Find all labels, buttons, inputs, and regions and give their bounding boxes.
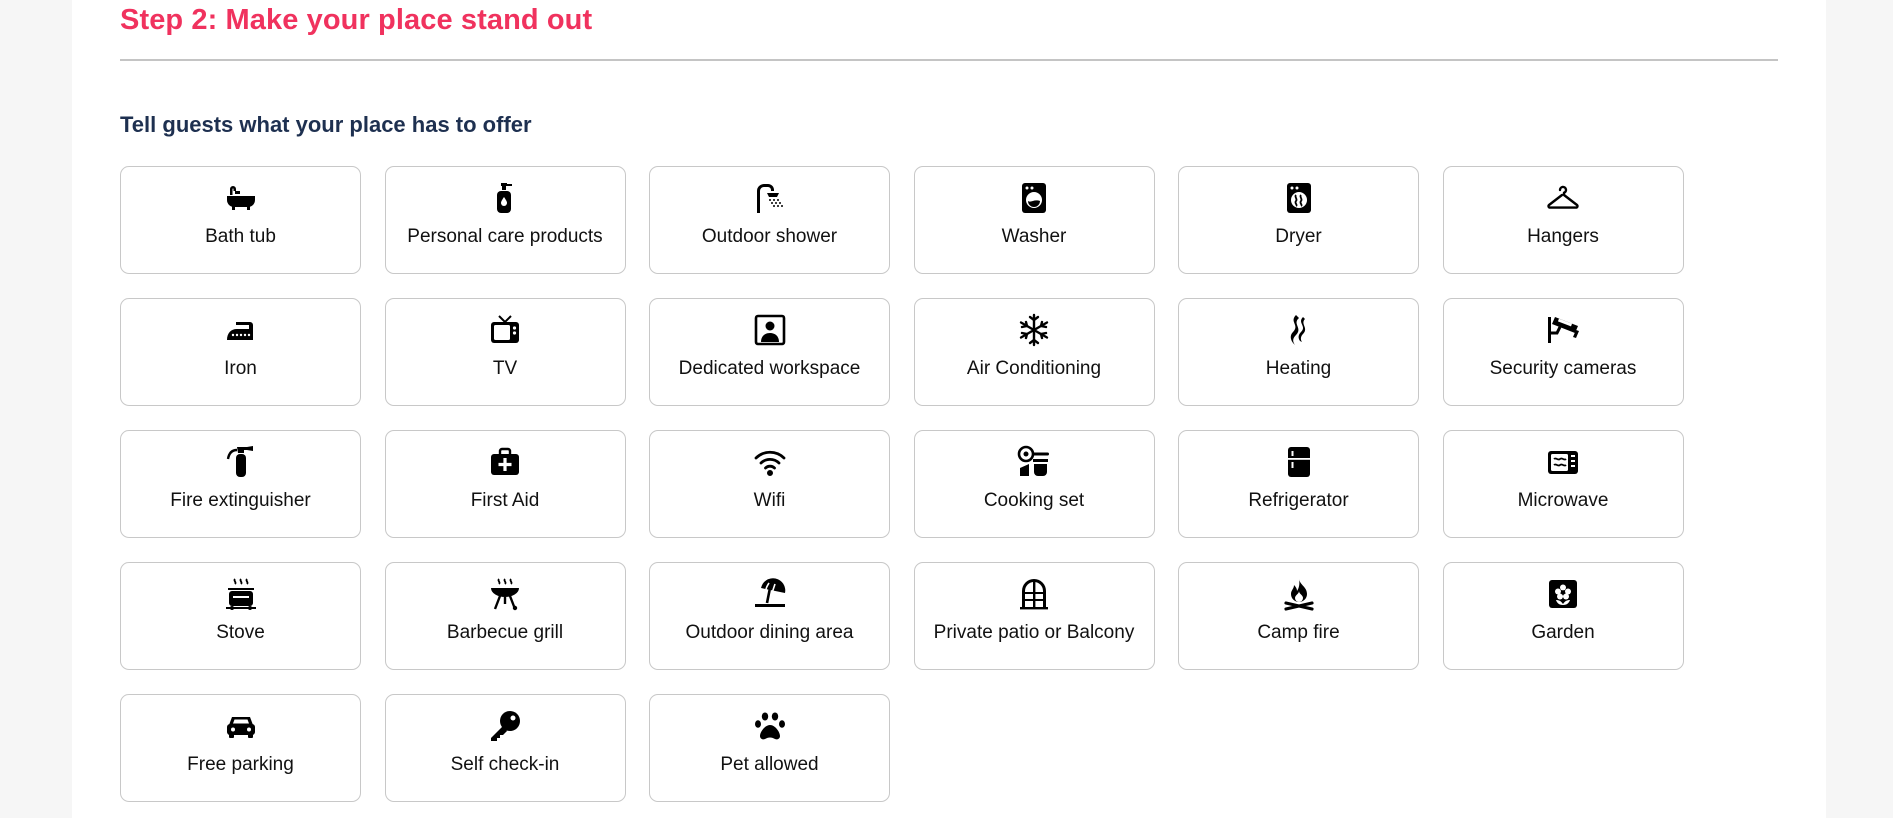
amenity-card-dryer[interactable]: Dryer: [1178, 166, 1419, 274]
amenity-label: Air Conditioning: [966, 358, 1102, 379]
wifi-icon: [753, 445, 787, 479]
car-icon: [224, 709, 258, 743]
amenity-card-private-patio-or-balcony[interactable]: Private patio or Balcony: [913, 562, 1155, 670]
section-subtitle: Tell guests what your place has to offer: [120, 112, 532, 137]
amenity-label: Security cameras: [1489, 358, 1637, 379]
amenity-label: Dryer: [1275, 226, 1322, 247]
cooking-set-icon: [1017, 445, 1051, 479]
workspace-icon: [753, 313, 787, 347]
amenity-label: Self check-in: [450, 754, 560, 775]
amenity-label: TV: [492, 358, 518, 379]
amenity-label: Private patio or Balcony: [933, 622, 1135, 643]
amenity-label: Heating: [1265, 358, 1332, 379]
content-panel: Step 2: Make your place stand out Tell g…: [72, 0, 1826, 818]
amenity-label: Washer: [1001, 226, 1067, 247]
amenity-card-pet-allowed[interactable]: Pet allowed: [649, 694, 890, 802]
washer-icon: [1017, 181, 1051, 215]
amenity-label: Bath tub: [205, 226, 276, 247]
amenity-card-wifi[interactable]: Wifi: [649, 430, 890, 538]
amenity-card-first-aid[interactable]: First Aid: [384, 430, 626, 538]
amenity-label: Cooking set: [983, 490, 1085, 511]
amenity-card-security-cameras[interactable]: Security cameras: [1442, 298, 1684, 406]
bathtub-icon: [224, 181, 258, 215]
tv-icon: [488, 313, 522, 347]
amenity-card-hangers[interactable]: Hangers: [1442, 166, 1684, 274]
amenity-label: Dedicated workspace: [678, 358, 861, 379]
divider: [120, 59, 1778, 61]
amenity-label: Stove: [216, 622, 265, 643]
amenity-card-fire-extinguisher[interactable]: Fire extinguisher: [120, 430, 361, 538]
garden-flower-icon: [1546, 577, 1580, 611]
refrigerator-icon: [1282, 445, 1316, 479]
amenity-label: Free parking: [187, 754, 294, 775]
microwave-icon: [1546, 445, 1580, 479]
amenity-label: Outdoor dining area: [685, 622, 854, 643]
patio-door-icon: [1017, 577, 1051, 611]
amenity-card-air-conditioning[interactable]: Air Conditioning: [913, 298, 1155, 406]
hanger-icon: [1546, 181, 1580, 215]
amenity-label: Outdoor shower: [701, 226, 838, 247]
amenity-label: Fire extinguisher: [170, 490, 311, 511]
dryer-icon: [1282, 181, 1316, 215]
amenity-card-refrigerator[interactable]: Refrigerator: [1178, 430, 1419, 538]
amenity-card-stove[interactable]: Stove: [120, 562, 361, 670]
amenity-label: Iron: [224, 358, 257, 379]
iron-icon: [224, 313, 258, 347]
amenity-label: Hangers: [1527, 226, 1599, 247]
amenity-card-bath-tub[interactable]: Bath tub: [120, 166, 361, 274]
amenity-card-outdoor-dining-area[interactable]: Outdoor dining area: [649, 562, 890, 670]
amenity-card-outdoor-shower[interactable]: Outdoor shower: [649, 166, 890, 274]
amenity-card-tv[interactable]: TV: [384, 298, 626, 406]
amenity-label: Camp fire: [1257, 622, 1340, 643]
campfire-icon: [1282, 577, 1316, 611]
amenity-card-camp-fire[interactable]: Camp fire: [1178, 562, 1419, 670]
amenity-card-washer[interactable]: Washer: [913, 166, 1155, 274]
step-title: Step 2: Make your place stand out: [120, 4, 593, 36]
amenity-card-dedicated-workspace[interactable]: Dedicated workspace: [649, 298, 890, 406]
heat-waves-icon: [1282, 313, 1316, 347]
soap-bottle-icon: [488, 181, 522, 215]
amenity-card-free-parking[interactable]: Free parking: [120, 694, 361, 802]
amenity-card-garden[interactable]: Garden: [1442, 562, 1684, 670]
amenity-label: Refrigerator: [1248, 490, 1349, 511]
key-icon: [488, 709, 522, 743]
amenity-label: Garden: [1531, 622, 1595, 643]
amenity-card-iron[interactable]: Iron: [120, 298, 361, 406]
security-camera-icon: [1546, 313, 1580, 347]
amenity-card-personal-care-products[interactable]: Personal care products: [384, 166, 626, 274]
grill-icon: [488, 577, 522, 611]
amenity-label: Pet allowed: [720, 754, 819, 775]
amenity-label: Microwave: [1517, 490, 1609, 511]
amenity-label: First Aid: [470, 490, 540, 511]
amenity-label: Personal care products: [407, 226, 603, 247]
amenity-label: Barbecue grill: [446, 622, 564, 643]
amenity-label: Wifi: [753, 490, 786, 511]
amenities-grid: Bath tub Personal care products Outdoor …: [120, 166, 1684, 802]
amenity-card-microwave[interactable]: Microwave: [1442, 430, 1684, 538]
amenity-card-heating[interactable]: Heating: [1178, 298, 1419, 406]
fire-extinguisher-icon: [224, 445, 258, 479]
amenity-card-cooking-set[interactable]: Cooking set: [913, 430, 1155, 538]
snowflake-icon: [1017, 313, 1051, 347]
amenity-card-barbecue-grill[interactable]: Barbecue grill: [384, 562, 626, 670]
shower-icon: [753, 181, 787, 215]
first-aid-kit-icon: [488, 445, 522, 479]
paw-icon: [753, 709, 787, 743]
stove-icon: [224, 577, 258, 611]
beach-umbrella-icon: [753, 577, 787, 611]
amenity-card-self-check-in[interactable]: Self check-in: [384, 694, 626, 802]
